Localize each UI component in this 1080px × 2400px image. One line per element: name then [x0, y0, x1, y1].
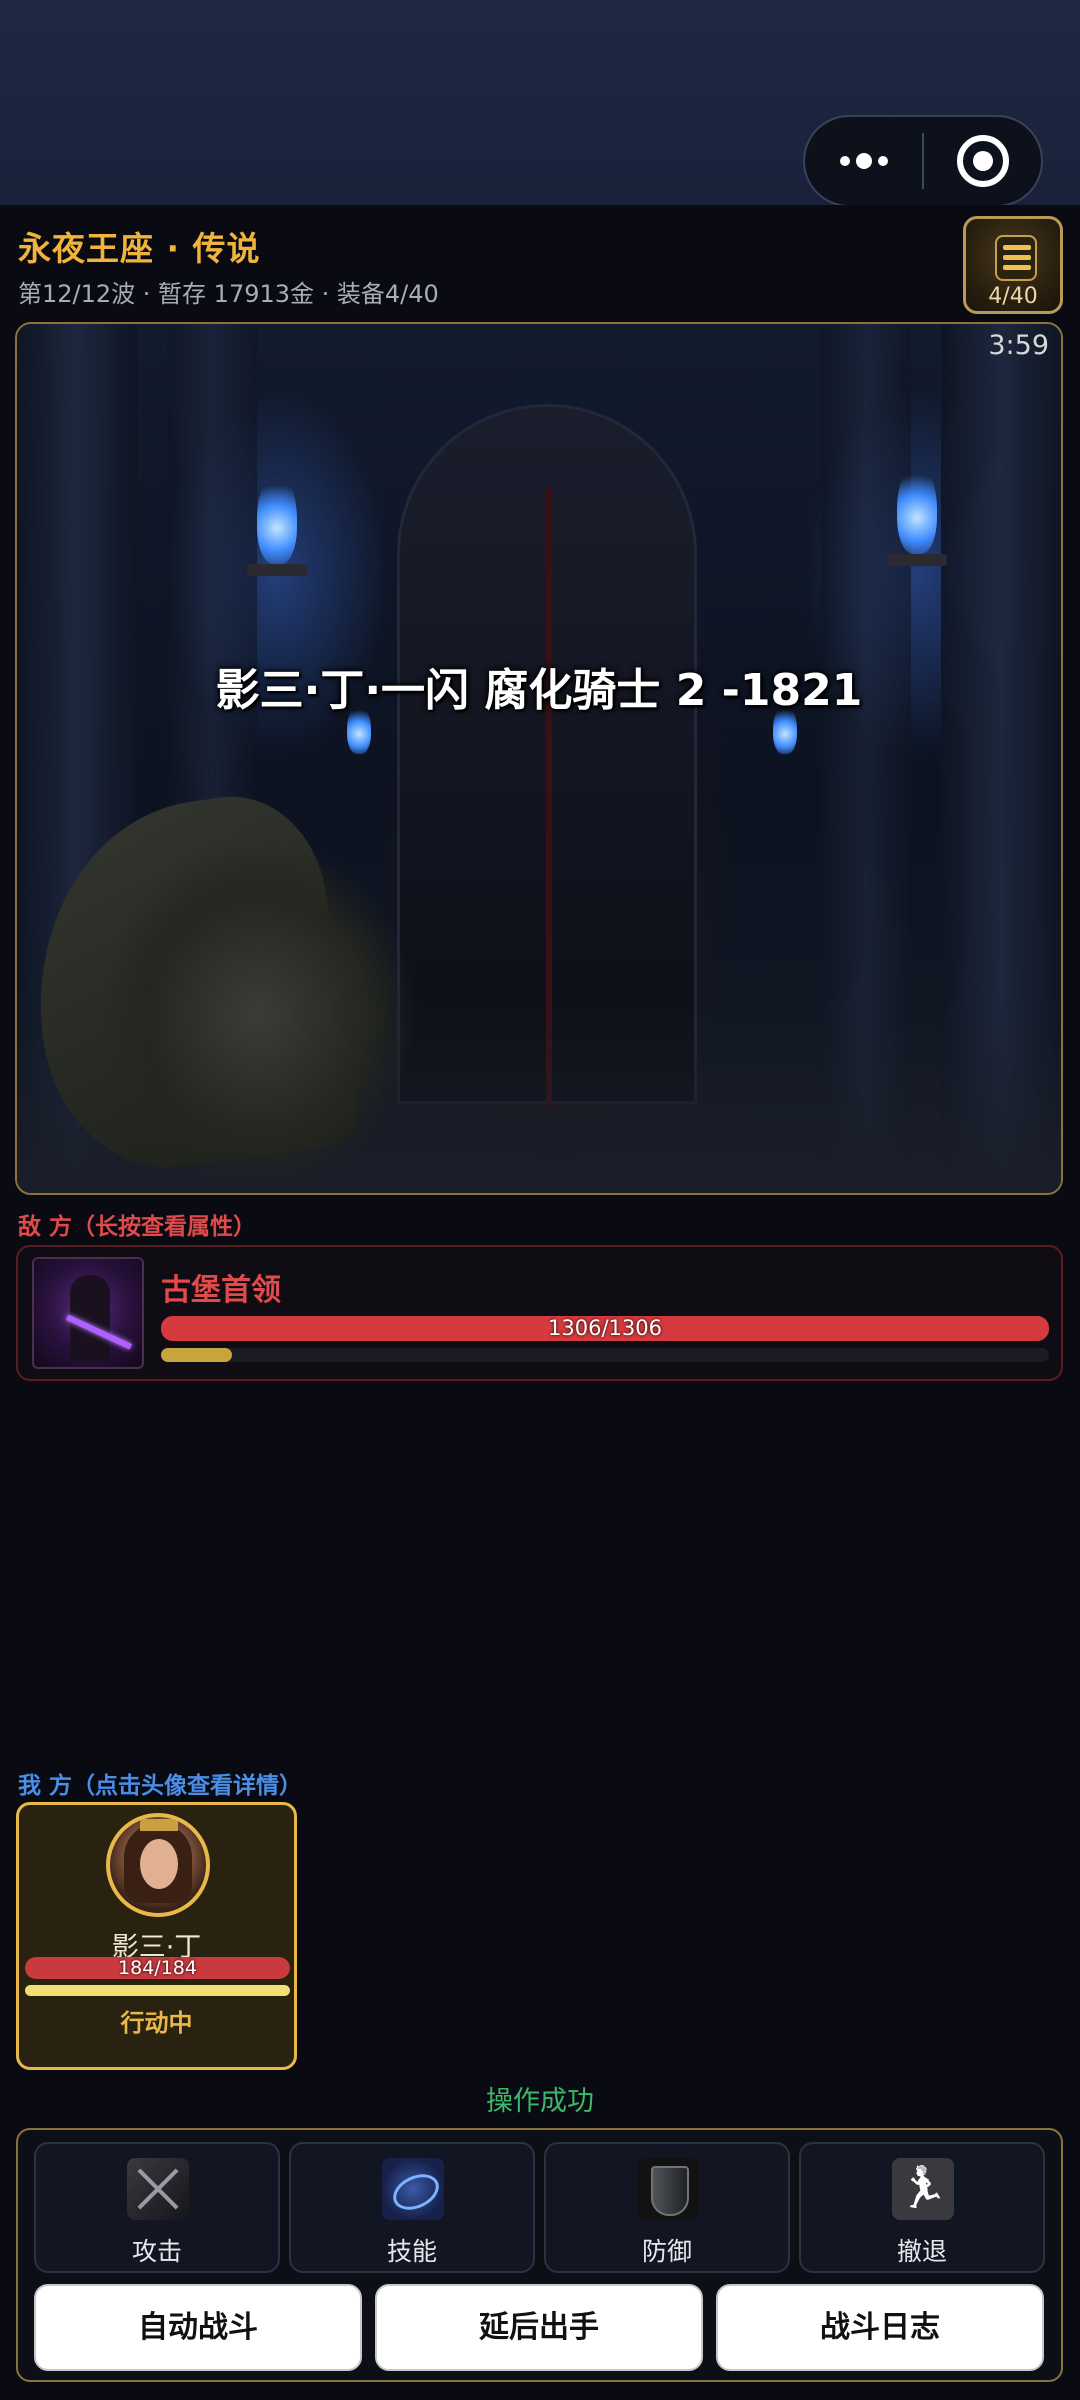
torch-stand — [887, 554, 947, 566]
ally-card[interactable]: 影三·丁 184/184 行动中 — [16, 1802, 297, 2070]
torch-stand — [247, 564, 307, 576]
enemy-action-bar — [161, 1348, 1049, 1362]
ally-action-fill — [25, 1985, 290, 1996]
dungeon-title: 永夜王座 · 传说 — [18, 229, 261, 268]
ally-hp-text: 184/184 — [118, 1957, 197, 1979]
inventory-icon — [995, 235, 1037, 281]
retreat-label: 撤退 — [896, 2237, 947, 2266]
retreat-button[interactable]: 撤退 — [799, 2142, 1045, 2273]
skill-button[interactable]: 技能 — [289, 2142, 535, 2273]
action-panel: 攻击 技能 防御 撤退 自动战斗 延后出手 战斗日志 — [16, 2128, 1063, 2382]
ally-status: 行动中 — [120, 2009, 193, 2037]
progress-info: 第12/12波 · 暂存 17913金 · 装备4/40 — [18, 280, 439, 308]
inventory-button[interactable]: 4/40 — [963, 216, 1063, 314]
ally-section-label: 我 方（点击头像查看详情） — [18, 1773, 303, 1799]
enemy-card[interactable]: 古堡首领 1306/1306 — [16, 1245, 1063, 1381]
close-miniapp-icon[interactable] — [924, 117, 1041, 205]
run-icon — [892, 2158, 954, 2220]
defend-label: 防御 — [641, 2237, 692, 2266]
operation-message: 操作成功 — [486, 2086, 594, 2117]
battle-log-button[interactable]: 战斗日志 — [716, 2284, 1044, 2371]
ally-hp-bar: 184/184 — [25, 1957, 290, 1979]
battle-scene: 3:59 影三·丁·一闪 腐化骑士 2 -1821 — [15, 322, 1063, 1195]
enemy-action-fill — [161, 1348, 233, 1362]
combat-caption: 影三·丁·一闪 腐化骑士 2 -1821 — [215, 665, 863, 716]
shield-icon — [637, 2158, 699, 2220]
auto-battle-button[interactable]: 自动战斗 — [34, 2284, 362, 2371]
sword-icon — [127, 2158, 189, 2220]
blue-torch-icon — [897, 464, 937, 554]
enemy-hp-bar: 1306/1306 — [161, 1316, 1049, 1341]
enemy-portrait[interactable] — [32, 1257, 144, 1369]
enemy-name: 古堡首领 — [161, 1273, 281, 1308]
more-menu-icon[interactable] — [805, 117, 922, 205]
attack-label: 攻击 — [131, 2237, 182, 2266]
battle-timer: 3:59 — [988, 330, 1049, 361]
defend-button[interactable]: 防御 — [544, 2142, 790, 2273]
delay-turn-button[interactable]: 延后出手 — [375, 2284, 703, 2371]
ally-avatar[interactable] — [106, 1813, 210, 1917]
inventory-count: 4/40 — [988, 284, 1038, 309]
gargoyle-statue — [57, 774, 477, 1193]
enemy-section-label: 敌 方（长按查看属性） — [18, 1214, 257, 1240]
attack-button[interactable]: 攻击 — [34, 2142, 280, 2273]
miniapp-capsule — [803, 115, 1043, 207]
blue-torch-icon — [257, 474, 297, 564]
skill-icon — [382, 2158, 444, 2220]
enemy-hp-text: 1306/1306 — [548, 1316, 662, 1340]
skill-label: 技能 — [386, 2237, 437, 2266]
ally-action-bar — [25, 1985, 290, 1996]
